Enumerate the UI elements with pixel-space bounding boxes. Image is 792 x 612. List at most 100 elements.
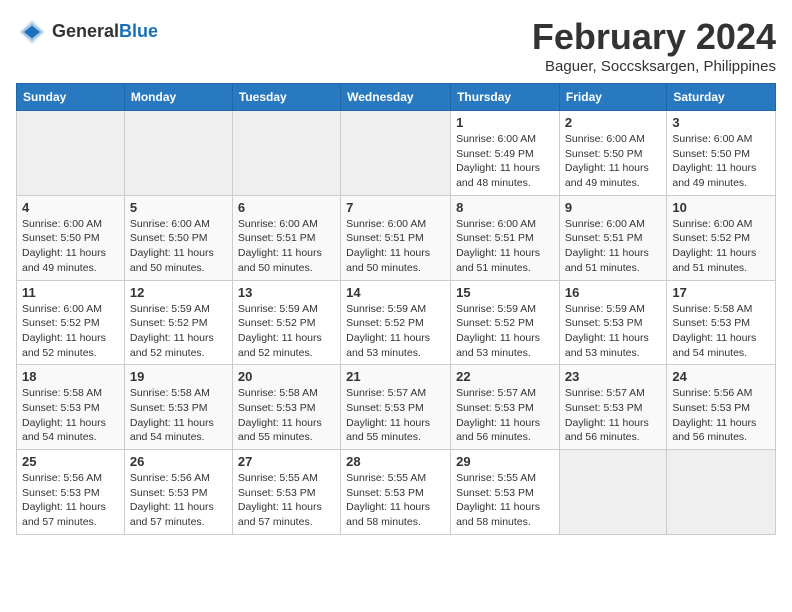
- calendar-cell: 27Sunrise: 5:55 AM Sunset: 5:53 PM Dayli…: [232, 450, 340, 535]
- calendar-cell: 5 Sunrise: 6:00 AM Sunset: 5:50 PM Daylig…: [124, 195, 232, 280]
- day-info: Sunrise: 5:59 AM Sunset: 5:52 PM Dayligh…: [130, 302, 227, 361]
- calendar-cell: 20 Sunrise: 5:58 AM Sunset: 5:53 PM Dayli…: [232, 365, 340, 450]
- day-number: 23: [565, 369, 661, 384]
- day-number: 12: [130, 285, 227, 300]
- day-info: Sunrise: 5:55 AM Sunset: 5:53 PM Dayligh…: [346, 471, 445, 530]
- day-info: Sunrise: 5:58 AM Sunset: 5:53 PM Dayligh…: [238, 386, 335, 445]
- day-number: 17: [672, 285, 770, 300]
- page-header: GeneralBlue February 2024 Baguer, Soccsk…: [16, 16, 776, 75]
- day-number: 19: [130, 369, 227, 384]
- day-number: 1: [456, 115, 554, 130]
- month-title: February 2024: [532, 16, 776, 58]
- calendar-cell: 7 Sunrise: 6:00 AM Sunset: 5:51 PM Daylig…: [341, 195, 451, 280]
- calendar-week-row: 25 Sunrise: 5:56 AM Sunset: 5:53 PM Dayli…: [17, 450, 776, 535]
- day-info: Sunrise: 6:00 AM Sunset: 5:51 PM Dayligh…: [456, 217, 554, 276]
- day-number: 8: [456, 200, 554, 215]
- calendar-cell: [667, 450, 776, 535]
- day-info: Sunrise: 5:57 AM Sunset: 5:53 PM Dayligh…: [456, 386, 554, 445]
- day-info: Sunrise: 5:58 AM Sunset: 5:53 PM Dayligh…: [130, 386, 227, 445]
- day-info: Sunrise: 5:59 AM Sunset: 5:52 PM Dayligh…: [238, 302, 335, 361]
- calendar-table: SundayMondayTuesdayWednesdayThursdayFrid…: [16, 83, 776, 535]
- day-number: 13: [238, 285, 335, 300]
- weekday-header-saturday: Saturday: [667, 84, 776, 111]
- logo: GeneralBlue: [16, 16, 158, 48]
- calendar-cell: 3Sunrise: 6:00 AM Sunset: 5:50 PM Daylig…: [667, 111, 776, 196]
- calendar-week-row: 1 Sunrise: 6:00 AM Sunset: 5:49 PM Daylig…: [17, 111, 776, 196]
- day-number: 18: [22, 369, 119, 384]
- day-number: 10: [672, 200, 770, 215]
- day-number: 15: [456, 285, 554, 300]
- location: Baguer, Soccsksargen, Philippines: [532, 58, 776, 75]
- day-info: Sunrise: 6:00 AM Sunset: 5:50 PM Dayligh…: [130, 217, 227, 276]
- calendar-cell: [341, 111, 451, 196]
- calendar-cell: 15 Sunrise: 5:59 AM Sunset: 5:52 PM Dayli…: [451, 280, 560, 365]
- day-number: 7: [346, 200, 445, 215]
- day-info: Sunrise: 6:00 AM Sunset: 5:50 PM Dayligh…: [565, 132, 661, 191]
- day-info: Sunrise: 6:00 AM Sunset: 5:52 PM Dayligh…: [672, 217, 770, 276]
- weekday-header-friday: Friday: [559, 84, 666, 111]
- weekday-header-monday: Monday: [124, 84, 232, 111]
- calendar-week-row: 4 Sunrise: 6:00 AM Sunset: 5:50 PM Daylig…: [17, 195, 776, 280]
- calendar-cell: 12 Sunrise: 5:59 AM Sunset: 5:52 PM Dayli…: [124, 280, 232, 365]
- day-info: Sunrise: 6:00 AM Sunset: 5:51 PM Dayligh…: [565, 217, 661, 276]
- day-info: Sunrise: 5:58 AM Sunset: 5:53 PM Dayligh…: [22, 386, 119, 445]
- weekday-header-wednesday: Wednesday: [341, 84, 451, 111]
- calendar-cell: 23Sunrise: 5:57 AM Sunset: 5:53 PM Dayli…: [559, 365, 666, 450]
- day-info: Sunrise: 5:55 AM Sunset: 5:53 PM Dayligh…: [238, 471, 335, 530]
- calendar-cell: 18 Sunrise: 5:58 AM Sunset: 5:53 PM Dayli…: [17, 365, 125, 450]
- day-info: Sunrise: 5:56 AM Sunset: 5:53 PM Dayligh…: [130, 471, 227, 530]
- calendar-cell: 6 Sunrise: 6:00 AM Sunset: 5:51 PM Daylig…: [232, 195, 340, 280]
- day-info: Sunrise: 6:00 AM Sunset: 5:49 PM Dayligh…: [456, 132, 554, 191]
- calendar-cell: 19 Sunrise: 5:58 AM Sunset: 5:53 PM Dayli…: [124, 365, 232, 450]
- calendar-week-row: 18 Sunrise: 5:58 AM Sunset: 5:53 PM Dayli…: [17, 365, 776, 450]
- calendar-cell: 24 Sunrise: 5:56 AM Sunset: 5:53 PM Dayli…: [667, 365, 776, 450]
- calendar-cell: 17Sunrise: 5:58 AM Sunset: 5:53 PM Dayli…: [667, 280, 776, 365]
- calendar-cell: [17, 111, 125, 196]
- day-info: Sunrise: 5:55 AM Sunset: 5:53 PM Dayligh…: [456, 471, 554, 530]
- day-number: 16: [565, 285, 661, 300]
- day-number: 22: [456, 369, 554, 384]
- day-number: 28: [346, 454, 445, 469]
- calendar-cell: 28 Sunrise: 5:55 AM Sunset: 5:53 PM Dayli…: [341, 450, 451, 535]
- calendar-cell: 10 Sunrise: 6:00 AM Sunset: 5:52 PM Dayli…: [667, 195, 776, 280]
- day-number: 24: [672, 369, 770, 384]
- day-number: 20: [238, 369, 335, 384]
- day-number: 4: [22, 200, 119, 215]
- calendar-cell: 11 Sunrise: 6:00 AM Sunset: 5:52 PM Dayli…: [17, 280, 125, 365]
- logo-text: GeneralBlue: [52, 22, 158, 42]
- day-number: 11: [22, 285, 119, 300]
- day-number: 5: [130, 200, 227, 215]
- day-number: 6: [238, 200, 335, 215]
- calendar-cell: [559, 450, 666, 535]
- day-info: Sunrise: 6:00 AM Sunset: 5:51 PM Dayligh…: [238, 217, 335, 276]
- calendar-cell: [124, 111, 232, 196]
- calendar-cell: 1 Sunrise: 6:00 AM Sunset: 5:49 PM Daylig…: [451, 111, 560, 196]
- calendar-cell: 4 Sunrise: 6:00 AM Sunset: 5:50 PM Daylig…: [17, 195, 125, 280]
- calendar-cell: 16Sunrise: 5:59 AM Sunset: 5:53 PM Dayli…: [559, 280, 666, 365]
- calendar-cell: [232, 111, 340, 196]
- day-info: Sunrise: 5:56 AM Sunset: 5:53 PM Dayligh…: [672, 386, 770, 445]
- logo-icon: [16, 16, 48, 48]
- day-number: 29: [456, 454, 554, 469]
- weekday-header-tuesday: Tuesday: [232, 84, 340, 111]
- day-number: 9: [565, 200, 661, 215]
- day-info: Sunrise: 6:00 AM Sunset: 5:51 PM Dayligh…: [346, 217, 445, 276]
- calendar-cell: 22 Sunrise: 5:57 AM Sunset: 5:53 PM Dayli…: [451, 365, 560, 450]
- calendar-cell: 29 Sunrise: 5:55 AM Sunset: 5:53 PM Dayli…: [451, 450, 560, 535]
- calendar-week-row: 11 Sunrise: 6:00 AM Sunset: 5:52 PM Dayli…: [17, 280, 776, 365]
- day-info: Sunrise: 5:57 AM Sunset: 5:53 PM Dayligh…: [346, 386, 445, 445]
- day-info: Sunrise: 6:00 AM Sunset: 5:50 PM Dayligh…: [22, 217, 119, 276]
- day-number: 26: [130, 454, 227, 469]
- calendar-cell: 21Sunrise: 5:57 AM Sunset: 5:53 PM Dayli…: [341, 365, 451, 450]
- day-info: Sunrise: 6:00 AM Sunset: 5:52 PM Dayligh…: [22, 302, 119, 361]
- day-info: Sunrise: 5:56 AM Sunset: 5:53 PM Dayligh…: [22, 471, 119, 530]
- title-block: February 2024 Baguer, Soccsksargen, Phil…: [532, 16, 776, 75]
- calendar-cell: 26 Sunrise: 5:56 AM Sunset: 5:53 PM Dayli…: [124, 450, 232, 535]
- calendar-cell: 8 Sunrise: 6:00 AM Sunset: 5:51 PM Daylig…: [451, 195, 560, 280]
- day-info: Sunrise: 5:59 AM Sunset: 5:52 PM Dayligh…: [456, 302, 554, 361]
- calendar-cell: 14Sunrise: 5:59 AM Sunset: 5:52 PM Dayli…: [341, 280, 451, 365]
- day-number: 3: [672, 115, 770, 130]
- weekday-header-sunday: Sunday: [17, 84, 125, 111]
- day-number: 25: [22, 454, 119, 469]
- day-number: 14: [346, 285, 445, 300]
